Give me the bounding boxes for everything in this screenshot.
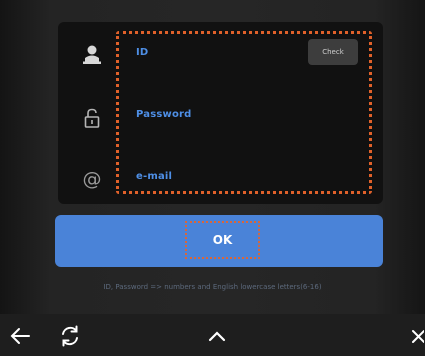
close-icon[interactable] [409,326,425,346]
ok-button-label[interactable]: OK [185,221,260,259]
id-input[interactable]: ID [136,47,148,58]
chevron-up-icon[interactable] [205,326,229,346]
email-input[interactable]: e-mail [136,171,172,182]
user-icon [82,43,102,65]
credentials-hint: ID, Password => numbers and English lowe… [103,283,322,291]
password-input[interactable]: Password [136,109,192,120]
check-id-button[interactable]: Check [308,39,358,65]
refresh-icon[interactable] [58,325,82,347]
field-icon-column: @ [58,22,114,204]
back-arrow-icon[interactable] [8,326,32,346]
at-icon: @ [82,168,102,190]
lock-icon [82,107,102,129]
